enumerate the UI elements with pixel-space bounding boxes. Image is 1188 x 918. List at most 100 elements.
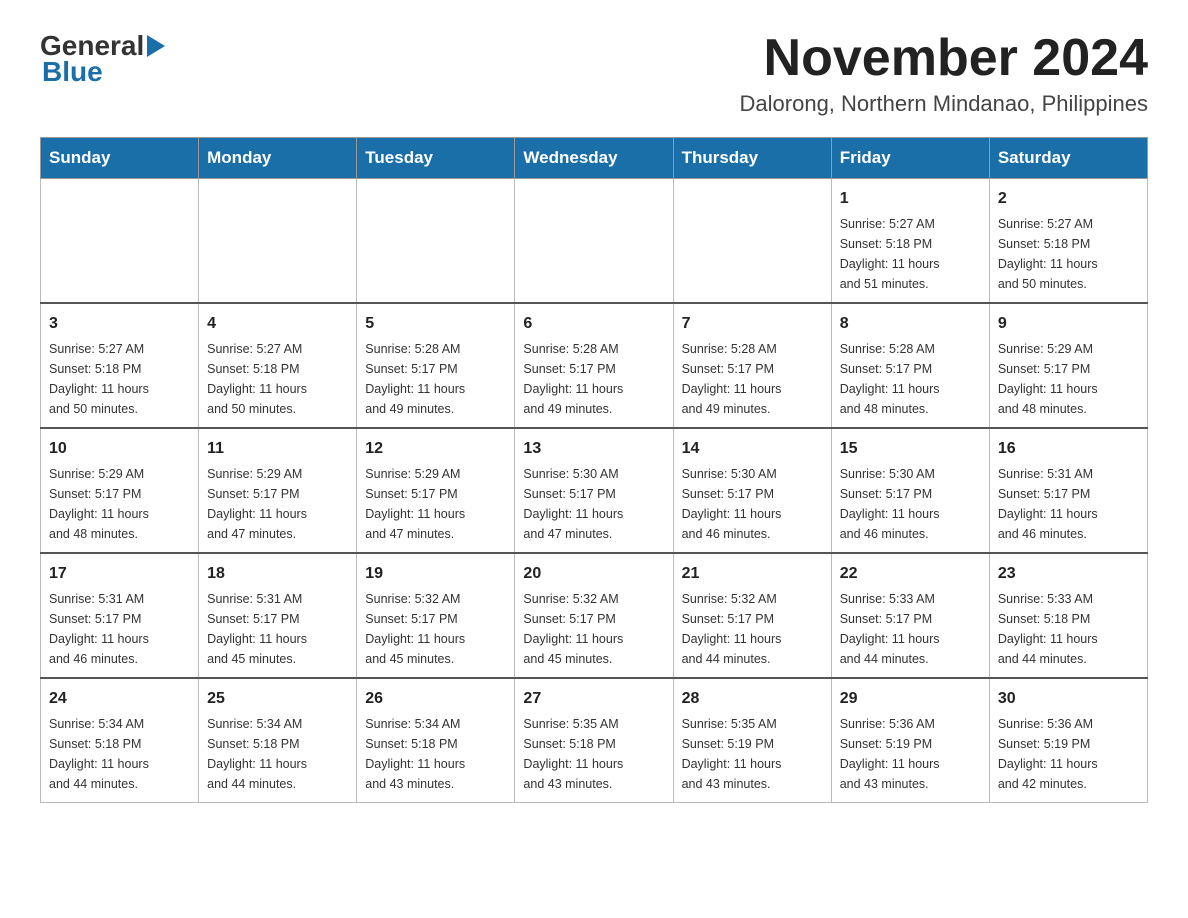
day-number: 8	[840, 312, 981, 336]
day-number: 7	[682, 312, 823, 336]
sun-info: Sunrise: 5:34 AMSunset: 5:18 PMDaylight:…	[49, 714, 190, 794]
sun-info: Sunrise: 5:29 AMSunset: 5:17 PMDaylight:…	[365, 464, 506, 544]
calendar-cell: 28 Sunrise: 5:35 AMSunset: 5:19 PMDayligh…	[673, 678, 831, 803]
sun-info: Sunrise: 5:30 AMSunset: 5:17 PMDaylight:…	[840, 464, 981, 544]
calendar-cell	[673, 179, 831, 304]
sun-info: Sunrise: 5:27 AMSunset: 5:18 PMDaylight:…	[998, 214, 1139, 294]
day-number: 20	[523, 562, 664, 586]
calendar-cell: 4 Sunrise: 5:27 AMSunset: 5:18 PMDaylight…	[199, 303, 357, 428]
day-header-thursday: Thursday	[673, 138, 831, 179]
day-number: 11	[207, 437, 348, 461]
day-number: 30	[998, 687, 1139, 711]
calendar-week-row: 3Sunrise: 5:27 AMSunset: 5:18 PMDaylight…	[41, 303, 1148, 428]
day-number: 19	[365, 562, 506, 586]
sun-info: Sunrise: 5:31 AMSunset: 5:17 PMDaylight:…	[49, 589, 190, 669]
sun-info: Sunrise: 5:36 AMSunset: 5:19 PMDaylight:…	[998, 714, 1139, 794]
sun-info: Sunrise: 5:27 AMSunset: 5:18 PMDaylight:…	[49, 339, 190, 419]
calendar-table: SundayMondayTuesdayWednesdayThursdayFrid…	[40, 137, 1148, 803]
calendar-cell: 30 Sunrise: 5:36 AMSunset: 5:19 PMDayligh…	[989, 678, 1147, 803]
sun-info: Sunrise: 5:28 AMSunset: 5:17 PMDaylight:…	[682, 339, 823, 419]
calendar-cell: 17Sunrise: 5:31 AMSunset: 5:17 PMDayligh…	[41, 553, 199, 678]
day-number: 21	[682, 562, 823, 586]
sun-info: Sunrise: 5:32 AMSunset: 5:17 PMDaylight:…	[365, 589, 506, 669]
day-number: 25	[207, 687, 348, 711]
sun-info: Sunrise: 5:31 AMSunset: 5:17 PMDaylight:…	[998, 464, 1139, 544]
logo: General Blue	[40, 30, 165, 88]
sun-info: Sunrise: 5:29 AMSunset: 5:17 PMDaylight:…	[49, 464, 190, 544]
sun-info: Sunrise: 5:35 AMSunset: 5:18 PMDaylight:…	[523, 714, 664, 794]
calendar-cell: 20 Sunrise: 5:32 AMSunset: 5:17 PMDayligh…	[515, 553, 673, 678]
sun-info: Sunrise: 5:32 AMSunset: 5:17 PMDaylight:…	[523, 589, 664, 669]
calendar-cell: 8 Sunrise: 5:28 AMSunset: 5:17 PMDaylight…	[831, 303, 989, 428]
day-number: 27	[523, 687, 664, 711]
calendar-cell	[357, 179, 515, 304]
day-number: 2	[998, 187, 1139, 211]
day-number: 29	[840, 687, 981, 711]
calendar-cell: 19 Sunrise: 5:32 AMSunset: 5:17 PMDayligh…	[357, 553, 515, 678]
sun-info: Sunrise: 5:35 AMSunset: 5:19 PMDaylight:…	[682, 714, 823, 794]
calendar-cell: 27 Sunrise: 5:35 AMSunset: 5:18 PMDayligh…	[515, 678, 673, 803]
calendar-cell: 12 Sunrise: 5:29 AMSunset: 5:17 PMDayligh…	[357, 428, 515, 553]
sun-info: Sunrise: 5:29 AMSunset: 5:17 PMDaylight:…	[207, 464, 348, 544]
calendar-cell: 22 Sunrise: 5:33 AMSunset: 5:17 PMDayligh…	[831, 553, 989, 678]
calendar-cell: 13 Sunrise: 5:30 AMSunset: 5:17 PMDayligh…	[515, 428, 673, 553]
day-number: 26	[365, 687, 506, 711]
sun-info: Sunrise: 5:27 AMSunset: 5:18 PMDaylight:…	[840, 214, 981, 294]
sun-info: Sunrise: 5:27 AMSunset: 5:18 PMDaylight:…	[207, 339, 348, 419]
logo-blue-text: Blue	[40, 56, 165, 88]
day-number: 18	[207, 562, 348, 586]
header: General Blue November 2024 Dalorong, Nor…	[40, 30, 1148, 117]
calendar-cell	[41, 179, 199, 304]
calendar-cell: 2 Sunrise: 5:27 AMSunset: 5:18 PMDaylight…	[989, 179, 1147, 304]
day-header-friday: Friday	[831, 138, 989, 179]
calendar-cell: 11 Sunrise: 5:29 AMSunset: 5:17 PMDayligh…	[199, 428, 357, 553]
calendar-cell: 10 Sunrise: 5:29 AMSunset: 5:17 PMDayligh…	[41, 428, 199, 553]
calendar-cell: 24Sunrise: 5:34 AMSunset: 5:18 PMDayligh…	[41, 678, 199, 803]
sun-info: Sunrise: 5:33 AMSunset: 5:17 PMDaylight:…	[840, 589, 981, 669]
day-header-wednesday: Wednesday	[515, 138, 673, 179]
sun-info: Sunrise: 5:29 AMSunset: 5:17 PMDaylight:…	[998, 339, 1139, 419]
sun-info: Sunrise: 5:34 AMSunset: 5:18 PMDaylight:…	[365, 714, 506, 794]
logo-triangle-icon	[147, 35, 165, 57]
title-area: November 2024 Dalorong, Northern Mindana…	[740, 30, 1148, 117]
day-number: 9	[998, 312, 1139, 336]
day-number: 5	[365, 312, 506, 336]
day-number: 12	[365, 437, 506, 461]
calendar-cell: 7 Sunrise: 5:28 AMSunset: 5:17 PMDaylight…	[673, 303, 831, 428]
day-number: 4	[207, 312, 348, 336]
calendar-week-row: 1 Sunrise: 5:27 AMSunset: 5:18 PMDaylight…	[41, 179, 1148, 304]
calendar-header-row: SundayMondayTuesdayWednesdayThursdayFrid…	[41, 138, 1148, 179]
calendar-week-row: 24Sunrise: 5:34 AMSunset: 5:18 PMDayligh…	[41, 678, 1148, 803]
calendar-title: November 2024	[740, 30, 1148, 87]
sun-info: Sunrise: 5:28 AMSunset: 5:17 PMDaylight:…	[840, 339, 981, 419]
calendar-cell: 5 Sunrise: 5:28 AMSunset: 5:17 PMDaylight…	[357, 303, 515, 428]
day-number: 28	[682, 687, 823, 711]
sun-info: Sunrise: 5:31 AMSunset: 5:17 PMDaylight:…	[207, 589, 348, 669]
sun-info: Sunrise: 5:28 AMSunset: 5:17 PMDaylight:…	[523, 339, 664, 419]
sun-info: Sunrise: 5:36 AMSunset: 5:19 PMDaylight:…	[840, 714, 981, 794]
calendar-cell: 26 Sunrise: 5:34 AMSunset: 5:18 PMDayligh…	[357, 678, 515, 803]
day-number: 13	[523, 437, 664, 461]
calendar-cell: 21Sunrise: 5:32 AMSunset: 5:17 PMDayligh…	[673, 553, 831, 678]
sun-info: Sunrise: 5:33 AMSunset: 5:18 PMDaylight:…	[998, 589, 1139, 669]
calendar-cell: 16Sunrise: 5:31 AMSunset: 5:17 PMDayligh…	[989, 428, 1147, 553]
calendar-cell: 29 Sunrise: 5:36 AMSunset: 5:19 PMDayligh…	[831, 678, 989, 803]
calendar-cell	[515, 179, 673, 304]
sun-info: Sunrise: 5:28 AMSunset: 5:17 PMDaylight:…	[365, 339, 506, 419]
day-number: 1	[840, 187, 981, 211]
day-header-sunday: Sunday	[41, 138, 199, 179]
sun-info: Sunrise: 5:30 AMSunset: 5:17 PMDaylight:…	[682, 464, 823, 544]
day-number: 15	[840, 437, 981, 461]
day-header-tuesday: Tuesday	[357, 138, 515, 179]
sun-info: Sunrise: 5:30 AMSunset: 5:17 PMDaylight:…	[523, 464, 664, 544]
calendar-cell: 9 Sunrise: 5:29 AMSunset: 5:17 PMDaylight…	[989, 303, 1147, 428]
day-number: 14	[682, 437, 823, 461]
calendar-week-row: 10 Sunrise: 5:29 AMSunset: 5:17 PMDayligh…	[41, 428, 1148, 553]
day-number: 10	[49, 437, 190, 461]
sun-info: Sunrise: 5:34 AMSunset: 5:18 PMDaylight:…	[207, 714, 348, 794]
calendar-cell: 14 Sunrise: 5:30 AMSunset: 5:17 PMDayligh…	[673, 428, 831, 553]
calendar-cell: 15 Sunrise: 5:30 AMSunset: 5:17 PMDayligh…	[831, 428, 989, 553]
calendar-cell: 23Sunrise: 5:33 AMSunset: 5:18 PMDayligh…	[989, 553, 1147, 678]
day-number: 22	[840, 562, 981, 586]
calendar-cell: 18 Sunrise: 5:31 AMSunset: 5:17 PMDayligh…	[199, 553, 357, 678]
